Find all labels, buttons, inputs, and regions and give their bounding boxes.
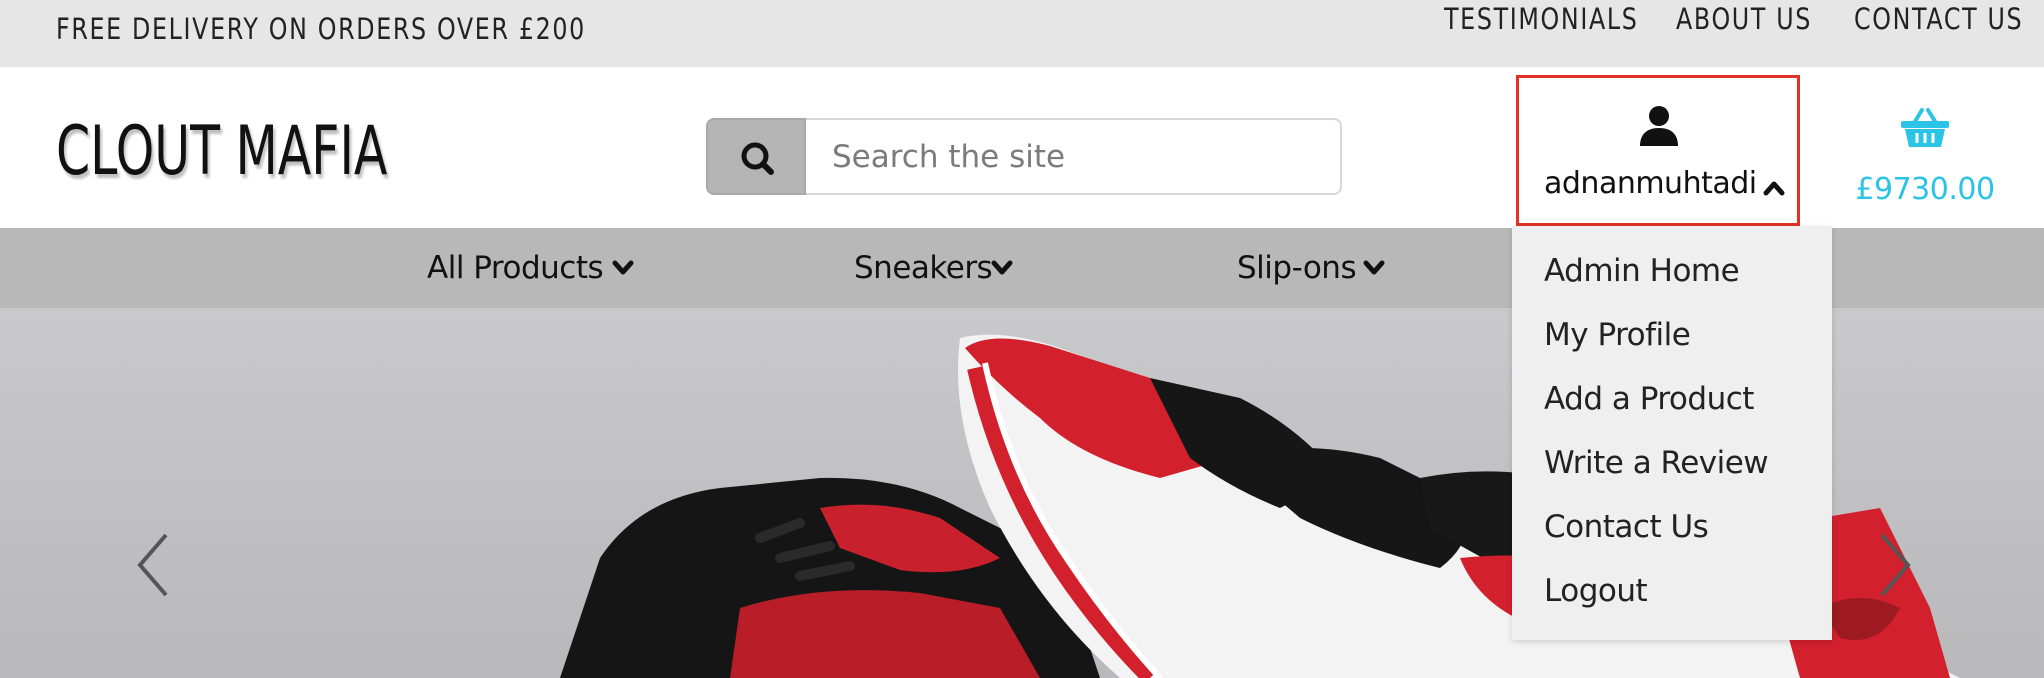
menu-item-admin-home[interactable]: Admin Home — [1544, 246, 1740, 296]
basket-icon — [1901, 108, 1949, 147]
nav-slip-ons-label: Slip-ons — [1237, 250, 1357, 286]
account-username: adnanmuhtadi — [1544, 166, 1757, 201]
search-icon — [741, 142, 774, 175]
chevron-down-icon — [991, 260, 1013, 275]
account-dropdown-menu: Admin Home My Profile Add a Product Writ… — [1512, 226, 1832, 640]
search-input[interactable] — [806, 118, 1342, 195]
testimonials-link[interactable]: TESTIMONIALS — [1444, 0, 1639, 38]
user-icon — [1640, 106, 1678, 146]
contact-us-link[interactable]: CONTACT US — [1854, 0, 2023, 38]
nav-slip-ons[interactable]: Slip-ons — [1237, 228, 1385, 308]
my-account-toggle[interactable]: adnanmuhtadi — [1516, 75, 1800, 226]
menu-item-contact-us[interactable]: Contact Us — [1544, 502, 1709, 552]
search-button[interactable] — [706, 118, 806, 195]
chevron-right-icon[interactable] — [1864, 525, 1924, 605]
nav-all-products-label: All Products — [427, 250, 604, 286]
cart-total: £9730.00 — [1855, 172, 1995, 207]
chevron-down-icon — [612, 260, 634, 275]
menu-item-my-profile[interactable]: My Profile — [1544, 310, 1691, 360]
chevron-down-icon — [1363, 260, 1385, 275]
site-header: CLOUT MAFIA adnanmuhtadi £9730.00 — [0, 67, 2044, 228]
menu-item-write-review[interactable]: Write a Review — [1544, 438, 1769, 488]
menu-item-logout[interactable]: Logout — [1544, 566, 1648, 616]
nav-sneakers-label: Sneakers — [854, 250, 993, 286]
free-delivery-banner: FREE DELIVERY ON ORDERS OVER £200 — [56, 12, 586, 46]
promo-bar: FREE DELIVERY ON ORDERS OVER £200 TESTIM… — [0, 0, 2044, 67]
about-us-link[interactable]: ABOUT US — [1676, 0, 1812, 38]
site-logo[interactable]: CLOUT MAFIA — [56, 112, 387, 192]
chevron-left-icon[interactable] — [124, 525, 184, 605]
nav-sneakers[interactable]: Sneakers — [854, 228, 1013, 308]
search-form — [706, 118, 1342, 195]
menu-item-add-product[interactable]: Add a Product — [1544, 374, 1754, 424]
shopping-cart-link[interactable]: £9730.00 — [1848, 107, 2002, 217]
nav-all-products[interactable]: All Products — [427, 228, 634, 308]
chevron-up-icon — [1763, 181, 1785, 196]
